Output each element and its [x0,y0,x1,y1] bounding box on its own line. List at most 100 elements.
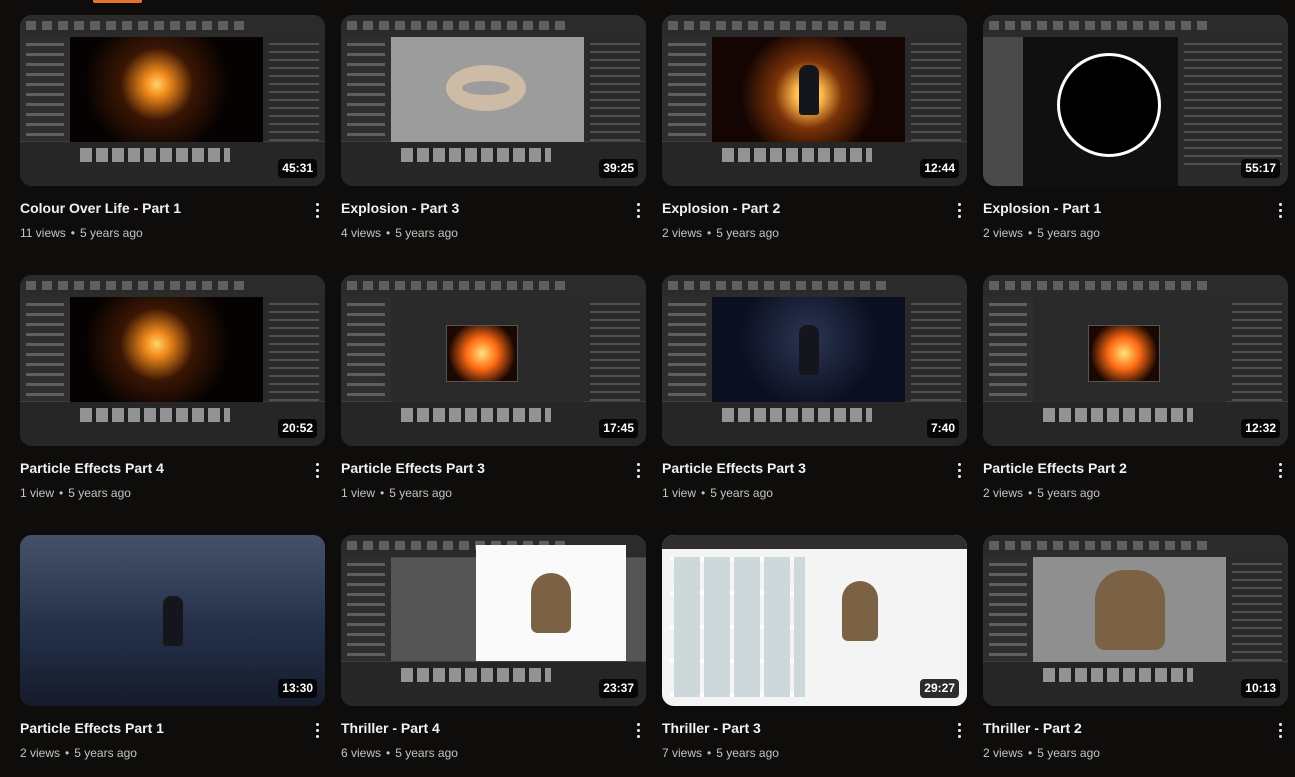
video-thumbnail[interactable]: 20:52 [20,275,325,446]
video-thumbnail[interactable]: 13:30 [20,535,325,706]
video-card[interactable]: 17:45 Particle Effects Part 3 1 view • 5 y… [341,275,646,505]
upload-age: 5 years ago [395,746,458,760]
upload-age: 5 years ago [74,746,137,760]
video-card[interactable]: 39:25 Explosion - Part 3 4 views • 5 years… [341,15,646,245]
separator-dot: • [1028,226,1033,240]
video-title[interactable]: Colour Over Life - Part 1 [20,200,290,216]
more-options-icon[interactable] [1272,460,1288,480]
more-options-icon[interactable] [1272,720,1288,740]
view-count: 6 views [341,746,382,760]
video-thumbnail[interactable]: 12:32 [983,275,1288,446]
video-thumbnail[interactable]: 29:27 [662,535,967,706]
video-meta: 1 view • 5 years ago [662,486,773,500]
view-count: 2 views [983,226,1024,240]
video-thumbnail[interactable]: 7:40 [662,275,967,446]
upload-age: 5 years ago [80,226,143,240]
separator-dot: • [1028,746,1033,760]
video-title[interactable]: Particle Effects Part 4 [20,460,290,476]
video-thumbnail[interactable]: 45:31 [20,15,325,186]
upload-age: 5 years ago [716,746,779,760]
video-title[interactable]: Particle Effects Part 3 [662,460,932,476]
separator-dot: • [380,486,385,500]
video-meta: 6 views • 5 years ago [341,746,458,760]
more-options-icon[interactable] [630,460,646,480]
video-card[interactable]: 13:30 Particle Effects Part 1 2 views • 5 … [20,535,325,765]
view-count: 7 views [662,746,703,760]
more-options-icon[interactable] [1272,200,1288,220]
duration-badge: 13:30 [278,679,317,698]
video-title[interactable]: Explosion - Part 3 [341,200,611,216]
upload-age: 5 years ago [710,486,773,500]
video-title[interactable]: Particle Effects Part 2 [983,460,1253,476]
video-card[interactable]: 29:27 Thriller - Part 3 7 views • 5 years … [662,535,967,765]
video-title[interactable]: Thriller - Part 4 [341,720,611,736]
separator-dot: • [1028,486,1033,500]
upload-age: 5 years ago [395,226,458,240]
duration-badge: 7:40 [926,419,959,438]
duration-badge: 12:32 [1241,419,1280,438]
video-title[interactable]: Thriller - Part 2 [983,720,1253,736]
video-thumbnail[interactable]: 10:13 [983,535,1288,706]
video-thumbnail[interactable]: 12:44 [662,15,967,186]
separator-dot: • [59,486,64,500]
video-title[interactable]: Explosion - Part 2 [662,200,932,216]
duration-badge: 17:45 [599,419,638,438]
upload-age: 5 years ago [1037,486,1100,500]
more-options-icon[interactable] [951,200,967,220]
more-options-icon[interactable] [951,720,967,740]
view-count: 2 views [20,746,61,760]
active-tab-indicator [93,0,142,3]
video-card[interactable]: 20:52 Particle Effects Part 4 1 view • 5 y… [20,275,325,505]
more-options-icon[interactable] [951,460,967,480]
video-meta: 2 views • 5 years ago [20,746,137,760]
duration-badge: 12:44 [920,159,959,178]
video-card[interactable]: 10:13 Thriller - Part 2 2 views • 5 years … [983,535,1288,765]
video-title[interactable]: Particle Effects Part 1 [20,720,290,736]
video-meta: 11 views • 5 years ago [20,226,143,240]
more-options-icon[interactable] [309,200,325,220]
more-options-icon[interactable] [630,200,646,220]
video-title[interactable]: Explosion - Part 1 [983,200,1253,216]
separator-dot: • [70,226,75,240]
video-card[interactable]: 45:31 Colour Over Life - Part 1 11 views… [20,15,325,245]
view-count: 1 view [662,486,697,500]
view-count: 2 views [983,746,1024,760]
upload-age: 5 years ago [716,226,779,240]
separator-dot: • [701,486,706,500]
view-count: 1 view [20,486,55,500]
video-card[interactable]: 55:17 Explosion - Part 1 2 views • 5 years… [983,15,1288,245]
duration-badge: 20:52 [278,419,317,438]
video-title[interactable]: Thriller - Part 3 [662,720,932,736]
upload-age: 5 years ago [1037,746,1100,760]
upload-age: 5 years ago [389,486,452,500]
video-meta: 4 views • 5 years ago [341,226,458,240]
video-thumbnail[interactable]: 17:45 [341,275,646,446]
view-count: 1 view [341,486,376,500]
video-meta: 7 views • 5 years ago [662,746,779,760]
upload-age: 5 years ago [68,486,131,500]
separator-dot: • [707,746,712,760]
separator-dot: • [707,226,712,240]
video-grid: 45:31 Colour Over Life - Part 1 11 views… [20,15,1288,765]
duration-badge: 39:25 [599,159,638,178]
video-meta: 2 views • 5 years ago [662,226,779,240]
video-thumbnail[interactable]: 23:37 [341,535,646,706]
more-options-icon[interactable] [630,720,646,740]
separator-dot: • [386,226,391,240]
video-card[interactable]: 23:37 Thriller - Part 4 6 views • 5 years … [341,535,646,765]
duration-badge: 55:17 [1241,159,1280,178]
more-options-icon[interactable] [309,460,325,480]
video-card[interactable]: 7:40 Particle Effects Part 3 1 view • 5 ye… [662,275,967,505]
video-title[interactable]: Particle Effects Part 3 [341,460,611,476]
video-meta: 1 view • 5 years ago [20,486,131,500]
view-count: 2 views [983,486,1024,500]
duration-badge: 23:37 [599,679,638,698]
video-meta: 1 view • 5 years ago [341,486,452,500]
video-thumbnail[interactable]: 39:25 [341,15,646,186]
video-thumbnail[interactable]: 55:17 [983,15,1288,186]
more-options-icon[interactable] [309,720,325,740]
video-card[interactable]: 12:44 Explosion - Part 2 2 views • 5 years… [662,15,967,245]
video-meta: 2 views • 5 years ago [983,226,1100,240]
video-card[interactable]: 12:32 Particle Effects Part 2 2 views • 5 … [983,275,1288,505]
duration-badge: 29:27 [920,679,959,698]
